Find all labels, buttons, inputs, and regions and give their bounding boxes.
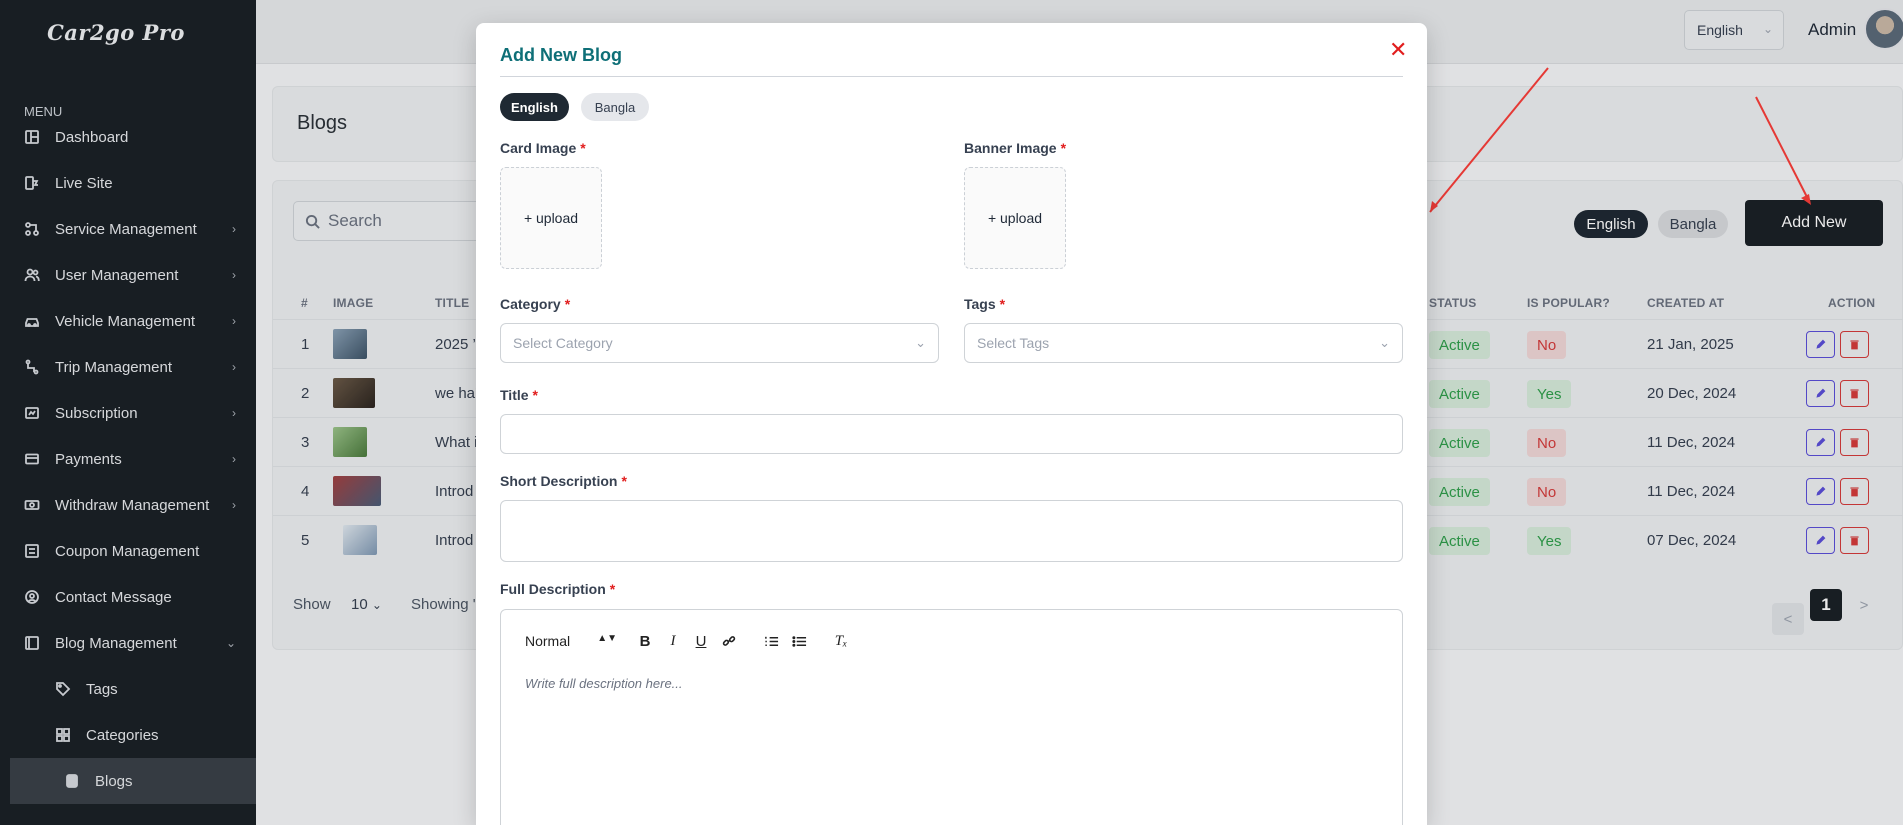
- full-description-label-text: Full Description: [500, 581, 606, 597]
- short-description-textarea[interactable]: [500, 500, 1403, 562]
- italic-icon[interactable]: I: [659, 630, 687, 652]
- format-select[interactable]: Normal ▲▼: [525, 633, 617, 649]
- divider: [500, 76, 1403, 77]
- title-label-text: Title: [500, 387, 529, 403]
- chevron-down-icon: ⌄: [915, 335, 926, 350]
- upload-text: + upload: [523, 210, 579, 226]
- category-select[interactable]: Select Category ⌄: [500, 323, 939, 363]
- clear-format-icon[interactable]: Tₓ: [827, 630, 855, 652]
- required-mark: *: [1060, 140, 1067, 156]
- category-label-text: Category: [500, 296, 561, 312]
- banner-image-label-text: Banner Image: [964, 140, 1057, 156]
- title-input[interactable]: [500, 414, 1403, 454]
- card-image-label: Card Image *: [500, 140, 586, 156]
- bold-icon[interactable]: B: [631, 630, 659, 652]
- banner-image-upload[interactable]: + upload: [964, 167, 1066, 269]
- rich-text-editor[interactable]: Normal ▲▼ B I U Tₓ Write full description…: [500, 609, 1403, 825]
- modal-title: Add New Blog: [500, 45, 622, 65]
- tags-select[interactable]: Select Tags ⌄: [964, 323, 1403, 363]
- full-description-label: Full Description *: [500, 581, 615, 597]
- add-blog-modal: Add New Blog ✕ English Bangla Card Image…: [476, 23, 1427, 825]
- tags-placeholder: Select Tags: [977, 335, 1050, 351]
- editor-placeholder: Write full description here...: [525, 676, 683, 691]
- required-mark: *: [564, 296, 571, 312]
- format-select-value: Normal: [525, 633, 571, 649]
- required-mark: *: [999, 296, 1006, 312]
- short-description-label: Short Description *: [500, 473, 627, 489]
- link-icon[interactable]: [715, 630, 743, 652]
- ordered-list-icon[interactable]: [757, 630, 785, 652]
- category-label: Category *: [500, 296, 570, 312]
- modal-lang-tab-english[interactable]: English: [500, 93, 569, 121]
- required-mark: *: [532, 387, 538, 403]
- chevron-down-icon: ⌄: [1379, 335, 1390, 350]
- banner-image-label: Banner Image *: [964, 140, 1066, 156]
- tags-label-text: Tags: [964, 296, 996, 312]
- bullet-list-icon[interactable]: [785, 630, 813, 652]
- card-image-upload[interactable]: + upload: [500, 167, 602, 269]
- required-mark: *: [609, 581, 616, 597]
- modal-lang-tab-bangla[interactable]: Bangla: [581, 93, 649, 121]
- card-image-label-text: Card Image: [500, 140, 577, 156]
- title-label: Title *: [500, 387, 538, 403]
- short-description-label-text: Short Description: [500, 473, 618, 489]
- required-mark: *: [621, 473, 627, 489]
- tags-label: Tags *: [964, 296, 1005, 312]
- updown-icon: ▲▼: [597, 633, 617, 644]
- close-icon[interactable]: ✕: [1389, 39, 1407, 61]
- underline-icon[interactable]: U: [687, 630, 715, 652]
- required-mark: *: [580, 140, 586, 156]
- category-placeholder: Select Category: [513, 335, 613, 351]
- upload-text: + upload: [987, 210, 1043, 226]
- editor-toolbar: Normal ▲▼ B I U Tₓ: [525, 630, 855, 652]
